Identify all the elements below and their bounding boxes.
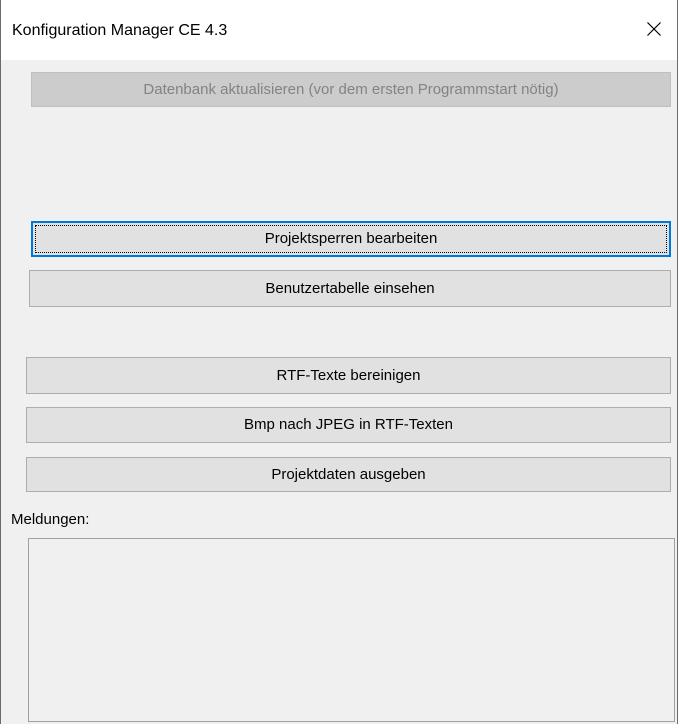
config-manager-window: Konfiguration Manager CE 4.3 Datenbank a… (0, 0, 678, 724)
window-title: Konfiguration Manager CE 4.3 (12, 22, 228, 39)
bmp-to-jpeg-button[interactable]: Bmp nach JPEG in RTF-Texten (26, 407, 671, 443)
update-database-button[interactable]: Datenbank aktualisieren (vor dem ersten … (31, 72, 671, 107)
title-bar: Konfiguration Manager CE 4.3 (1, 0, 677, 60)
close-button[interactable] (631, 0, 677, 60)
export-project-data-button[interactable]: Projektdaten ausgeben (26, 457, 671, 492)
close-icon (647, 22, 661, 36)
view-user-table-button[interactable]: Benutzertabelle einsehen (29, 270, 671, 307)
edit-project-locks-label: Projektsperren bearbeiten (264, 230, 438, 247)
edit-project-locks-button[interactable]: Projektsperren bearbeiten (31, 221, 671, 257)
view-user-table-label: Benutzertabelle einsehen (265, 280, 435, 297)
export-project-data-label: Projektdaten ausgeben (271, 466, 426, 483)
update-database-label: Datenbank aktualisieren (vor dem ersten … (143, 81, 559, 98)
clean-rtf-texts-button[interactable]: RTF-Texte bereinigen (26, 357, 671, 394)
bmp-to-jpeg-label: Bmp nach JPEG in RTF-Texten (244, 416, 453, 433)
messages-label: Meldungen: (11, 511, 90, 528)
clean-rtf-texts-label: RTF-Texte bereinigen (276, 367, 421, 384)
messages-textarea[interactable] (28, 538, 675, 722)
